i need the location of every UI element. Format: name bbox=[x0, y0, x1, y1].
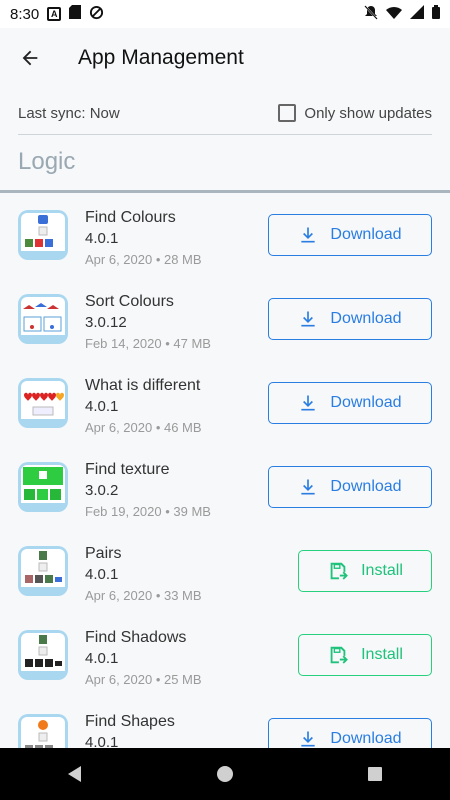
app-name: Pairs bbox=[85, 545, 122, 562]
list-item: What is different 4.0.1 Apr 6, 2020 • 46… bbox=[0, 364, 450, 448]
download-label: Download bbox=[330, 730, 402, 747]
download-button[interactable]: Download bbox=[268, 298, 432, 340]
section-title: Logic bbox=[18, 148, 76, 175]
arrow-left-icon bbox=[22, 50, 38, 66]
notification-a-icon: A bbox=[47, 7, 62, 21]
only-show-updates-label: Only show updates bbox=[304, 104, 432, 122]
only-show-updates-checkbox[interactable]: Only show updates bbox=[278, 104, 432, 122]
download-label: Download bbox=[330, 478, 402, 495]
app-version: 3.0.2 bbox=[85, 482, 119, 499]
app-meta: Apr 6, 2020 • 28 MB bbox=[85, 252, 202, 267]
download-icon bbox=[301, 311, 316, 327]
download-button[interactable]: Download bbox=[268, 718, 432, 748]
app-thumbnail bbox=[18, 714, 68, 748]
app-version: 4.0.1 bbox=[85, 230, 119, 247]
download-button[interactable]: Download bbox=[268, 214, 432, 256]
list-item: Find texture 3.0.2 Feb 19, 2020 • 39 MB … bbox=[0, 448, 450, 532]
app-bar: App Management bbox=[0, 28, 450, 88]
download-label: Download bbox=[330, 226, 402, 243]
install-button[interactable]: Install bbox=[298, 634, 432, 676]
app-thumbnail bbox=[18, 630, 68, 680]
install-icon bbox=[330, 562, 348, 580]
download-button[interactable]: Download bbox=[268, 466, 432, 508]
app-name: What is different bbox=[85, 377, 201, 394]
wifi-icon bbox=[386, 6, 402, 23]
download-icon bbox=[301, 395, 316, 411]
app-name: Find texture bbox=[85, 461, 170, 478]
status-bar: 8:30 A bbox=[0, 0, 450, 28]
download-icon bbox=[301, 479, 316, 495]
checkbox-box[interactable] bbox=[278, 104, 297, 122]
navigation-bar bbox=[0, 748, 450, 800]
section-divider bbox=[0, 190, 450, 193]
download-label: Download bbox=[330, 310, 402, 327]
nav-recents-button[interactable] bbox=[345, 748, 405, 800]
install-button[interactable]: Install bbox=[298, 550, 432, 592]
install-label: Install bbox=[361, 646, 403, 663]
battery-icon bbox=[432, 5, 440, 23]
status-time: 8:30 bbox=[10, 5, 40, 23]
square-recents-icon bbox=[368, 767, 382, 781]
app-name: Find Shadows bbox=[85, 629, 187, 646]
install-icon bbox=[330, 646, 348, 664]
circle-home-icon bbox=[217, 766, 233, 782]
nav-home-button[interactable] bbox=[195, 748, 255, 800]
list-item: Find Shadows 4.0.1 Apr 6, 2020 • 25 MB I… bbox=[0, 616, 450, 700]
app-list: Find Colours 4.0.1 Apr 6, 2020 • 28 MB D… bbox=[0, 196, 450, 748]
app-version: 3.0.12 bbox=[85, 314, 127, 331]
app-thumbnail bbox=[18, 378, 68, 428]
download-icon bbox=[301, 731, 316, 747]
app-meta: Apr 6, 2020 • 46 MB bbox=[85, 420, 202, 435]
app-name: Find Shapes bbox=[85, 713, 175, 730]
app-thumbnail bbox=[18, 294, 68, 344]
install-label: Install bbox=[361, 562, 403, 579]
sync-row: Last sync: Now Only show updates bbox=[18, 98, 432, 128]
app-thumbnail bbox=[18, 210, 68, 260]
app-thumbnail bbox=[18, 462, 68, 512]
download-label: Download bbox=[330, 394, 402, 411]
signal-icon bbox=[410, 5, 424, 23]
app-name: Sort Colours bbox=[85, 293, 174, 310]
list-item: Find Colours 4.0.1 Apr 6, 2020 • 28 MB D… bbox=[0, 196, 450, 280]
app-version: 4.0.1 bbox=[85, 650, 119, 667]
list-item: Pairs 4.0.1 Apr 6, 2020 • 33 MB Install bbox=[0, 532, 450, 616]
last-sync-label: Last sync: Now bbox=[18, 104, 120, 122]
app-thumbnail bbox=[18, 546, 68, 596]
app-version: 4.0.1 bbox=[85, 734, 119, 748]
nav-back-button[interactable] bbox=[45, 748, 105, 800]
app-meta: Feb 19, 2020 • 39 MB bbox=[85, 504, 211, 519]
app-version: 4.0.1 bbox=[85, 566, 119, 583]
divider bbox=[18, 134, 432, 135]
download-icon bbox=[301, 227, 316, 243]
sd-card-icon bbox=[69, 5, 82, 23]
list-item: Sort Colours 3.0.12 Feb 14, 2020 • 47 MB… bbox=[0, 280, 450, 364]
app-name: Find Colours bbox=[85, 209, 176, 226]
triangle-back-icon bbox=[68, 766, 81, 782]
app-meta: Apr 6, 2020 • 33 MB bbox=[85, 588, 202, 603]
list-item: Find Shapes 4.0.1 Download bbox=[0, 700, 450, 748]
app-meta: Feb 14, 2020 • 47 MB bbox=[85, 336, 211, 351]
app-meta: Apr 6, 2020 • 25 MB bbox=[85, 672, 202, 687]
download-button[interactable]: Download bbox=[268, 382, 432, 424]
page-title: App Management bbox=[78, 46, 244, 69]
app-version: 4.0.1 bbox=[85, 398, 119, 415]
mute-icon bbox=[364, 4, 378, 24]
blocked-icon bbox=[89, 5, 104, 24]
back-button[interactable] bbox=[0, 28, 60, 88]
